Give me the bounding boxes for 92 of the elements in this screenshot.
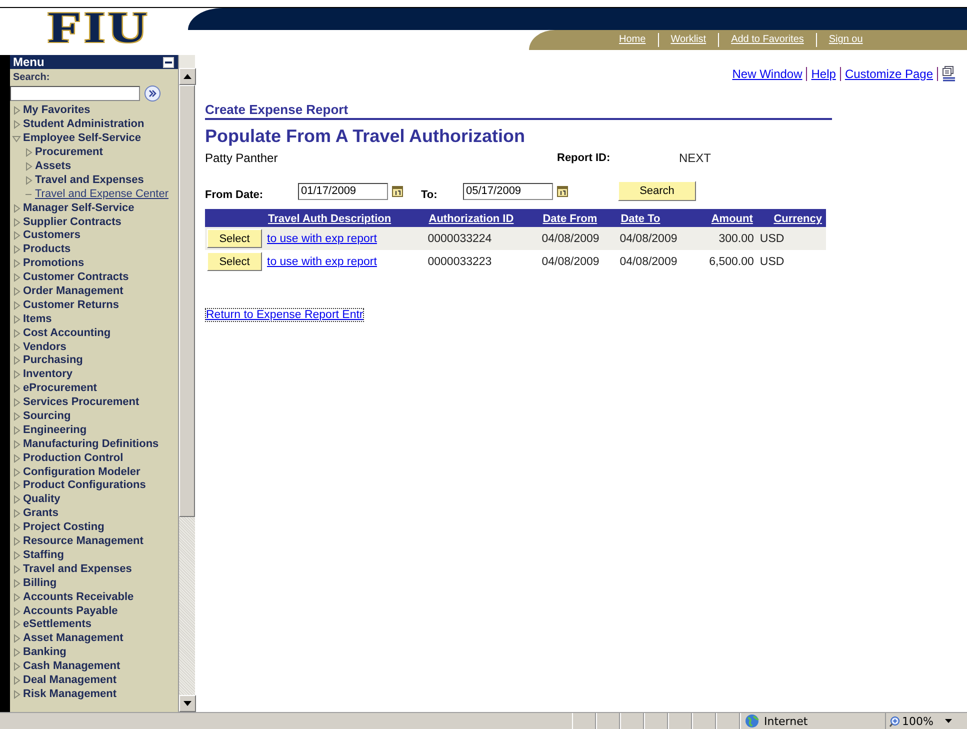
menu-item[interactable]: Promotions: [23, 257, 84, 270]
page-link[interactable]: New Window: [728, 67, 808, 81]
zone-label: Internet: [764, 714, 808, 728]
menu-item[interactable]: Project Costing: [23, 521, 104, 534]
zoom-control[interactable]: 100%: [885, 713, 967, 729]
menu-item[interactable]: Sourcing: [23, 410, 71, 424]
description-link[interactable]: to use with exp report: [267, 232, 377, 244]
report-id: NEXT: [679, 151, 712, 165]
menu-item[interactable]: Employee Self-Service: [23, 132, 142, 146]
caret-icon: [945, 719, 952, 723]
page-icon[interactable]: [942, 66, 956, 82]
table-cell: USD: [760, 232, 784, 244]
table-cell: USD: [760, 256, 784, 268]
field-label: Report ID:: [557, 151, 612, 165]
menu-item[interactable]: Accounts Payable: [23, 604, 118, 618]
menu-item[interactable]: Purchasing: [23, 354, 83, 368]
menu-item[interactable]: Manufacturing Definitions: [23, 438, 159, 451]
field-label: From Date:: [205, 189, 264, 201]
menu-item[interactable]: Vendors: [23, 340, 66, 354]
menu-item[interactable]: Manager Self-Service: [23, 202, 134, 215]
go-icon[interactable]: [144, 85, 161, 102]
menu-item[interactable]: Supplier Contracts: [23, 216, 122, 229]
menu-item[interactable]: Order Management: [23, 285, 124, 298]
menu-item[interactable]: Products: [23, 243, 71, 256]
return-link[interactable]: Return to Expense Report Entr: [205, 308, 364, 322]
menu-item[interactable]: Cash Management: [23, 660, 120, 674]
page-title: Populate From A Travel Authorization: [205, 125, 526, 147]
column-header[interactable]: Date To: [620, 213, 660, 225]
date-field[interactable]: 05/17/2009: [463, 182, 553, 200]
column-header[interactable]: Currency: [774, 213, 822, 225]
search-button[interactable]: Search: [618, 181, 696, 201]
column-header[interactable]: Amount: [711, 213, 753, 225]
menu-item[interactable]: Items: [23, 312, 52, 326]
scrollbar[interactable]: [178, 55, 195, 712]
menu-link[interactable]: Travel and Expense Center: [35, 188, 168, 201]
globe-icon: [745, 714, 759, 728]
menu-item[interactable]: Accounts Receivable: [23, 590, 134, 604]
table-cell: 04/08/2009: [542, 232, 600, 244]
menu-item[interactable]: Customer Contracts: [23, 271, 129, 284]
logo: FIU: [48, 8, 150, 48]
search-field[interactable]: [10, 86, 140, 101]
menu-item[interactable]: Procurement: [35, 146, 103, 160]
menu-item[interactable]: Services Procurement: [23, 396, 140, 410]
menu-item[interactable]: Resource Management: [23, 535, 144, 548]
menu-item[interactable]: eProcurement: [23, 382, 97, 396]
field-label: To:: [421, 189, 438, 201]
menu-item[interactable]: Quality: [23, 493, 60, 506]
menu-item[interactable]: Grants: [23, 507, 58, 520]
page-link[interactable]: Customize Page: [840, 67, 938, 81]
scroll-thumb[interactable]: [179, 85, 195, 517]
menu-item[interactable]: Engineering: [23, 424, 87, 437]
menu-item[interactable]: Student Administration: [23, 118, 144, 132]
menu-title: Menu: [13, 55, 44, 69]
table-cell: 04/08/2009: [620, 256, 678, 268]
menu-item[interactable]: Production Control: [23, 452, 124, 465]
description-link[interactable]: to use with exp report: [267, 256, 377, 268]
magnifier-icon: [889, 716, 900, 726]
menu-item[interactable]: Deal Management: [23, 674, 117, 687]
menu-item[interactable]: Customers: [23, 229, 80, 242]
table-cell: 04/08/2009: [542, 256, 600, 268]
search-label: Search:: [13, 71, 51, 85]
table-cell: 6,500.00: [709, 256, 754, 268]
column-header[interactable]: Travel Auth Description: [268, 213, 392, 225]
table-cell: 300.00: [718, 232, 754, 244]
menu-item[interactable]: Billing: [23, 576, 57, 590]
calendar-icon[interactable]: [392, 185, 403, 197]
page-subtitle: Create Expense Report: [205, 102, 832, 120]
column-header[interactable]: Authorization ID: [428, 213, 514, 225]
select-button[interactable]: Select: [207, 252, 262, 272]
page-link[interactable]: Help: [807, 67, 841, 81]
menu-item[interactable]: Configuration Modeler: [23, 466, 140, 479]
menu-item[interactable]: Travel and Expenses: [23, 562, 132, 576]
table-cell: 04/08/2009: [620, 232, 678, 244]
menu-item[interactable]: Banking: [23, 646, 66, 660]
menu-item[interactable]: Customer Returns: [23, 298, 119, 312]
select-button[interactable]: Select: [207, 229, 262, 248]
menu-item[interactable]: Travel and Expenses: [35, 174, 144, 187]
column-header[interactable]: Date From: [542, 213, 598, 225]
menu-item[interactable]: Inventory: [23, 368, 73, 382]
employee-name: Patty Panther: [205, 151, 279, 165]
table-cell: 0000033224: [428, 232, 492, 244]
menu-item[interactable]: My Favorites: [23, 104, 90, 118]
table-cell: 0000033223: [428, 256, 492, 268]
menu-item[interactable]: Staffing: [23, 548, 64, 562]
menu-item[interactable]: Asset Management: [23, 632, 124, 646]
menu-item[interactable]: Cost Accounting: [23, 326, 111, 340]
menu-item[interactable]: eSettlements: [23, 618, 92, 632]
date-field[interactable]: 01/17/2009: [298, 182, 388, 200]
calendar-icon[interactable]: [557, 185, 568, 197]
menu-item[interactable]: Risk Management: [23, 688, 117, 701]
menu-item[interactable]: Product Configurations: [23, 479, 146, 492]
menu-item[interactable]: Assets: [35, 160, 72, 173]
